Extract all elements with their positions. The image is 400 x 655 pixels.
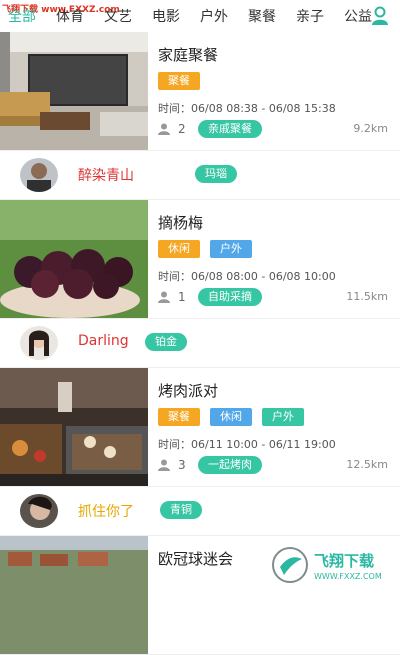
user-name: 醉染青山 xyxy=(78,168,134,184)
activity-meta: 1 自助采摘 11.5km xyxy=(158,288,388,308)
tag-outdoor: 户外 xyxy=(262,408,304,426)
distance: 11.5km xyxy=(346,290,388,303)
top-nav: 飞翔下载 www.FXXZ.com 全部 体育 文艺 电影 户外 聚餐 亲子 公… xyxy=(0,0,400,33)
person-icon xyxy=(158,123,170,135)
user-name: 抓住你了 xyxy=(78,504,134,520)
activity-title: 欧冠球迷会 xyxy=(158,550,234,568)
distance: 12.5km xyxy=(346,458,388,471)
group-tag[interactable]: 一起烤肉 xyxy=(198,456,262,474)
category-tabs: 全部 体育 文艺 电影 户外 聚餐 亲子 公益 xyxy=(0,6,372,28)
tag-outdoor: 户外 xyxy=(210,240,252,258)
activity-card[interactable]: 摘杨梅 休闲 户外 时间：06/08 08:00 - 06/08 10:00 1… xyxy=(0,200,400,319)
tab-all[interactable]: 全部 xyxy=(8,6,36,28)
tab-outdoor[interactable]: 户外 xyxy=(200,6,228,28)
activity-image xyxy=(0,200,148,318)
activity-title: 摘杨梅 xyxy=(158,214,204,232)
activity-title: 烤肉派对 xyxy=(158,382,219,400)
tab-charity[interactable]: 公益 xyxy=(344,6,372,28)
user-name: Darling xyxy=(78,333,129,349)
participant-count: 1 xyxy=(178,290,186,304)
activity-meta: 3 一起烤肉 12.5km xyxy=(158,456,388,476)
person-icon xyxy=(158,459,170,471)
avatar xyxy=(20,158,58,192)
tag-leisure: 休闲 xyxy=(158,240,200,258)
tab-family[interactable]: 亲子 xyxy=(296,6,324,28)
activity-time: 时间：06/08 08:00 - 06/08 10:00 xyxy=(158,270,336,283)
tab-movie[interactable]: 电影 xyxy=(152,6,180,28)
tag-list: 休闲 户外 xyxy=(158,240,252,258)
avatar xyxy=(20,494,58,528)
activity-image xyxy=(0,536,148,654)
user-row[interactable]: 抓住你了 青铜 xyxy=(0,487,400,536)
tag-list: 聚餐 xyxy=(158,72,200,90)
activity-image xyxy=(0,32,148,150)
activity-title: 家庭聚餐 xyxy=(158,46,219,64)
brand-logo: 飞翔下载 WWW.FXXZ.COM xyxy=(270,545,394,585)
logo-url: WWW.FXXZ.COM xyxy=(314,572,382,581)
user-level-badge: 铂金 xyxy=(145,333,187,351)
group-tag[interactable]: 亲戚聚餐 xyxy=(198,120,262,138)
activity-time: 时间：06/08 08:38 - 06/08 15:38 xyxy=(158,102,336,115)
activity-card[interactable]: 烤肉派对 聚餐 休闲 户外 时间：06/11 10:00 - 06/11 19:… xyxy=(0,368,400,487)
tag-dinner: 聚餐 xyxy=(158,72,200,90)
avatar xyxy=(20,326,58,360)
activity-time: 时间：06/11 10:00 - 06/11 19:00 xyxy=(158,438,336,451)
distance: 9.2km xyxy=(353,122,388,135)
tag-list: 聚餐 休闲 户外 xyxy=(158,408,304,426)
tag-dinner: 聚餐 xyxy=(158,408,200,426)
tab-dinner[interactable]: 聚餐 xyxy=(248,6,276,28)
group-tag[interactable]: 自助采摘 xyxy=(198,288,262,306)
participant-count: 2 xyxy=(178,122,186,136)
logo-text: 飞翔下载 xyxy=(314,552,374,570)
tab-arts[interactable]: 文艺 xyxy=(104,6,132,28)
profile-icon[interactable] xyxy=(370,6,390,26)
tag-leisure: 休闲 xyxy=(210,408,252,426)
activity-meta: 2 亲戚聚餐 9.2km xyxy=(158,120,388,140)
user-level-badge: 玛瑙 xyxy=(195,165,237,183)
user-level-badge: 青铜 xyxy=(160,501,202,519)
activity-image xyxy=(0,368,148,486)
participant-count: 3 xyxy=(178,458,186,472)
user-row[interactable]: Darling 铂金 xyxy=(0,319,400,368)
tab-sports[interactable]: 体育 xyxy=(56,6,84,28)
activity-card[interactable]: 家庭聚餐 聚餐 时间：06/08 08:38 - 06/08 15:38 2 亲… xyxy=(0,32,400,151)
person-icon xyxy=(158,291,170,303)
user-row[interactable]: 醉染青山 玛瑙 xyxy=(0,151,400,200)
